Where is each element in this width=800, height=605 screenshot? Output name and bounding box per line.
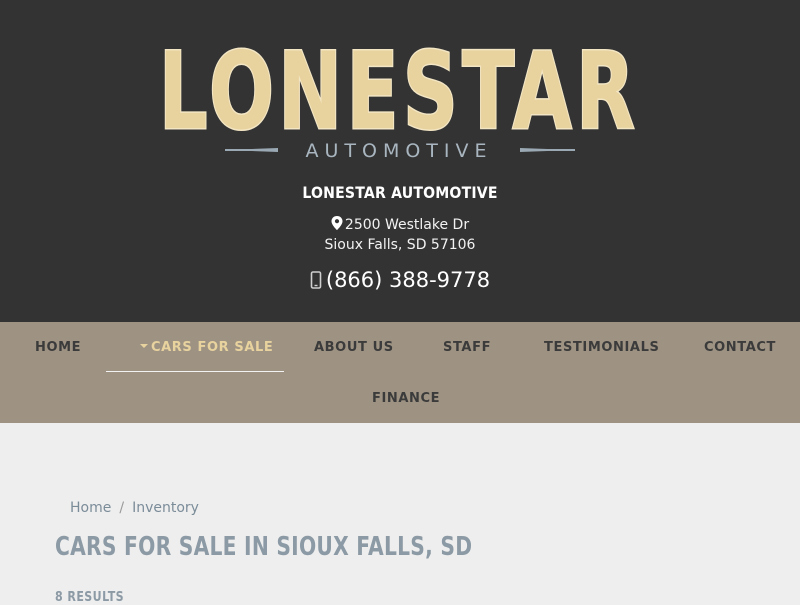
- map-pin-icon: [331, 216, 343, 230]
- page-title: CARS FOR SALE IN SIOUX FALLS, SD: [55, 532, 473, 562]
- address-line-2: Sioux Falls, SD 57106: [324, 237, 476, 253]
- logo-word: LONESTAR: [159, 29, 639, 153]
- nav-finance[interactable]: FINANCE: [372, 391, 440, 406]
- active-nav-underline: [106, 371, 284, 372]
- mobile-phone-icon: [310, 271, 322, 289]
- address-line-1: 2500 Westlake Dr: [0, 216, 800, 233]
- lonestar-logo[interactable]: LONESTAR AUTOMOTIVE: [0, 0, 800, 170]
- results-count: 8 RESULTS: [55, 590, 125, 605]
- nav-home[interactable]: HOME: [35, 340, 81, 355]
- phone-number[interactable]: (866) 388-9778: [0, 268, 800, 292]
- caret-down-icon: [140, 344, 148, 348]
- phone-text[interactable]: (866) 388-9778: [326, 268, 490, 292]
- main-nav: [0, 322, 800, 423]
- nav-cars-for-sale[interactable]: CARS FOR SALE: [140, 340, 273, 355]
- nav-cars-for-sale-label[interactable]: CARS FOR SALE: [151, 340, 273, 355]
- nav-contact[interactable]: CONTACT: [704, 340, 776, 355]
- breadcrumb-inventory[interactable]: Inventory: [132, 500, 199, 516]
- nav-staff[interactable]: STAFF: [443, 340, 491, 355]
- nav-about-us[interactable]: ABOUT US: [314, 340, 394, 355]
- site-header: LONESTAR AUTOMOTIVE LONESTAR AUTOMOTIVE …: [0, 0, 800, 322]
- breadcrumb-home[interactable]: Home: [70, 500, 111, 516]
- breadcrumb-separator: /: [119, 500, 125, 516]
- address-street: 2500 Westlake Dr: [344, 217, 470, 233]
- nav-testimonials[interactable]: TESTIMONIALS: [544, 340, 659, 355]
- logo-sub: AUTOMOTIVE: [305, 140, 492, 162]
- dealer-name: LONESTAR AUTOMOTIVE: [302, 183, 498, 202]
- breadcrumb: Home / Inventory: [70, 500, 199, 516]
